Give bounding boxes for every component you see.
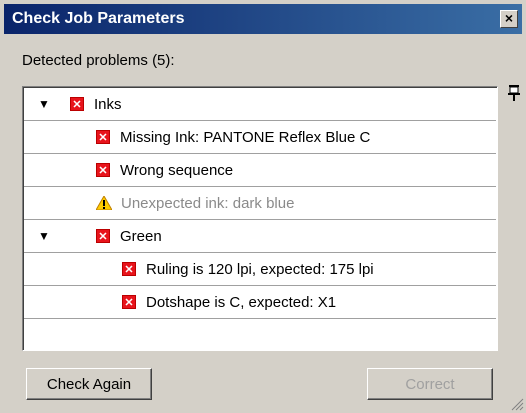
- expand-triangle-icon[interactable]: ▼: [38, 97, 50, 111]
- expand-triangle-icon[interactable]: ▼: [38, 229, 50, 243]
- error-icon: ✕: [122, 295, 136, 309]
- error-icon: ✕: [96, 130, 110, 144]
- close-button[interactable]: ×: [500, 10, 518, 28]
- error-icon: ✕: [96, 229, 110, 243]
- title-bar[interactable]: Check Job Parameters ×: [4, 4, 522, 34]
- row-label: Inks: [94, 95, 122, 113]
- row-label: Wrong sequence: [120, 161, 234, 179]
- error-icon: ✕: [70, 97, 84, 111]
- problems-list[interactable]: ▼ ✕ Inks ✕ Missing Ink: PANTONE Reflex B…: [22, 86, 498, 351]
- list-item[interactable]: ✕ Ruling is 120 lpi, expected: 175 lpi: [24, 253, 496, 286]
- error-icon: ✕: [96, 163, 110, 177]
- correct-button[interactable]: Correct: [367, 368, 493, 400]
- row-label: Green: [120, 227, 162, 245]
- check-again-button[interactable]: Check Again: [26, 368, 152, 400]
- list-item[interactable]: ✕ Wrong sequence: [24, 154, 496, 187]
- list-item[interactable]: ✕ Missing Ink: PANTONE Reflex Blue C: [24, 121, 496, 154]
- list-item[interactable]: ▼ ✕ Inks: [24, 88, 496, 121]
- list-item[interactable]: ✕ Dotshape is C, expected: X1: [24, 286, 496, 319]
- check-job-parameters-dialog: Check Job Parameters × Detected problems…: [0, 0, 526, 413]
- row-label: Missing Ink: PANTONE Reflex Blue C: [120, 128, 371, 146]
- resize-grip-icon[interactable]: [510, 397, 524, 411]
- detected-problems-label: Detected problems (5):: [22, 52, 175, 69]
- list-item[interactable]: Unexpected ink: dark blue: [24, 187, 496, 220]
- window-title: Check Job Parameters: [12, 10, 185, 27]
- error-icon: ✕: [122, 262, 136, 276]
- row-label: Dotshape is C, expected: X1: [146, 293, 337, 311]
- warning-icon: [96, 196, 112, 210]
- row-label: Ruling is 120 lpi, expected: 175 lpi: [146, 260, 374, 278]
- pin-icon[interactable]: [507, 84, 521, 102]
- list-item[interactable]: ▼ ✕ Green: [24, 220, 496, 253]
- row-label: Unexpected ink: dark blue: [121, 194, 295, 212]
